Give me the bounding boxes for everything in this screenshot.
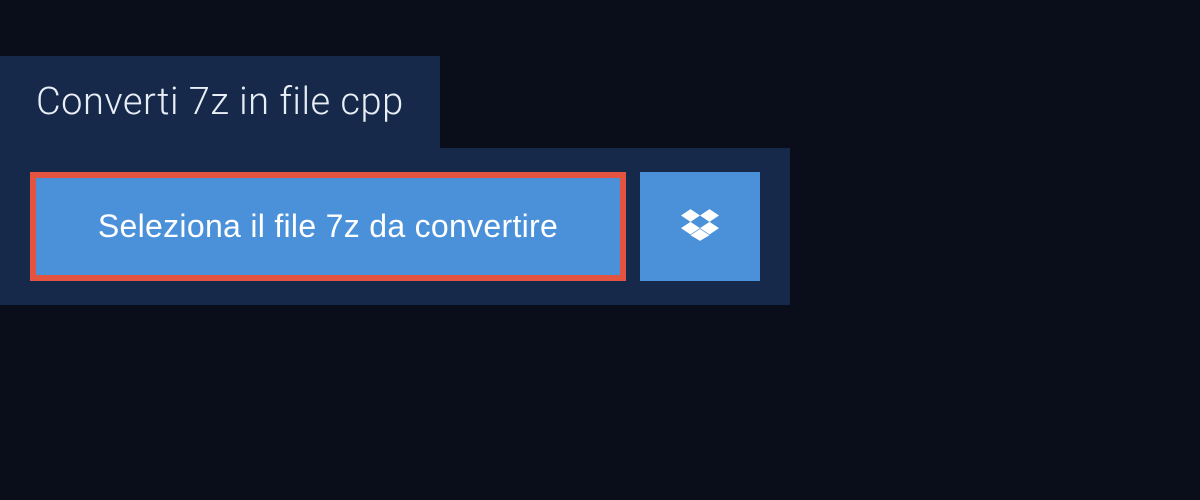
dropbox-icon (681, 206, 719, 247)
page-title-tab: Converti 7z in file cpp (0, 56, 440, 148)
select-file-button[interactable]: Seleziona il file 7z da convertire (30, 172, 626, 281)
select-file-label: Seleziona il file 7z da convertire (98, 208, 558, 245)
dropbox-button[interactable] (640, 172, 760, 281)
page-title: Converti 7z in file cpp (36, 80, 404, 124)
converter-panel: Seleziona il file 7z da convertire (0, 148, 790, 305)
